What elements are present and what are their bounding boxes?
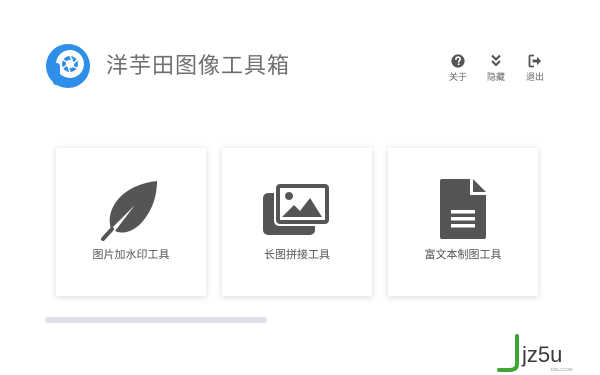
hide-button[interactable]: 隐藏 xyxy=(478,54,514,84)
feather-icon xyxy=(101,181,157,241)
app-window: { "app": { "title": "洋芋田图像工具箱" }, "heade… xyxy=(0,0,600,375)
watermark-tool-label: 图片加水印工具 xyxy=(92,248,170,261)
hide-label: 隐藏 xyxy=(486,73,505,83)
app-logo xyxy=(46,44,90,88)
site-watermark-logo: jz5u JZ5U.COM xyxy=(497,334,573,372)
rich-text-tool-label: 富文本制图工具 xyxy=(424,248,502,261)
images-icon xyxy=(263,182,331,235)
long-image-tool-label: 长图拼接工具 xyxy=(264,248,330,261)
double-chevron-down-icon xyxy=(491,54,501,67)
watermark-brand-text: jz5u xyxy=(521,342,562,367)
document-icon xyxy=(440,179,486,239)
horizontal-scrollbar[interactable] xyxy=(45,317,267,323)
watermark-tool-card[interactable]: 图片加水印工具 xyxy=(56,148,206,296)
watermark-domain-text: JZ5U.COM xyxy=(550,367,573,372)
exit-label: 退出 xyxy=(525,73,544,83)
question-circle-icon xyxy=(451,54,465,68)
app-title: 洋芋田图像工具箱 xyxy=(106,54,291,79)
long-image-tool-card[interactable]: 长图拼接工具 xyxy=(222,148,372,296)
about-button[interactable]: 关于 xyxy=(440,54,476,84)
sign-out-icon xyxy=(528,54,541,68)
about-label: 关于 xyxy=(448,73,467,83)
exit-button[interactable]: 退出 xyxy=(517,54,553,84)
rich-text-tool-card[interactable]: 富文本制图工具 xyxy=(388,148,538,296)
